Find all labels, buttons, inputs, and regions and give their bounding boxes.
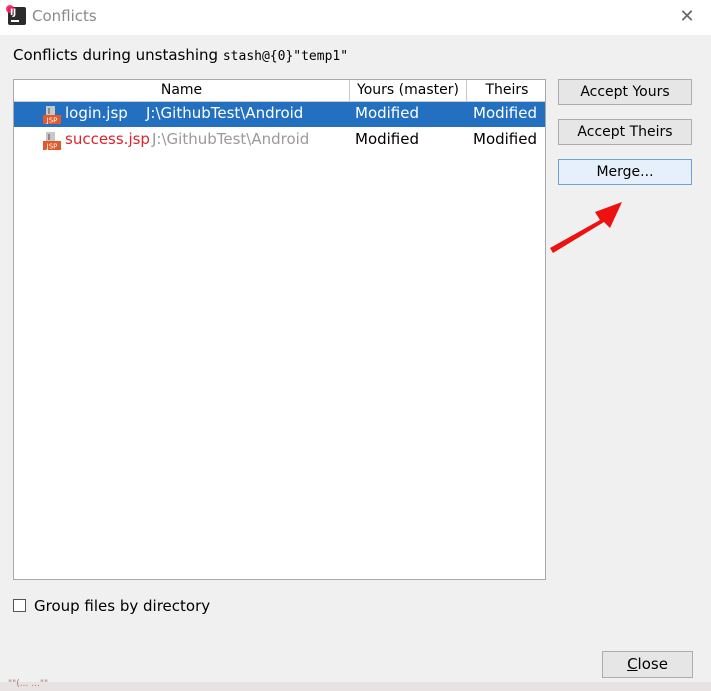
- heading-text: Conflicts during unstashing: [13, 46, 223, 64]
- file-path: J:\GithubTest\Android: [146, 104, 304, 122]
- stash-ref: stash@{0}"temp1": [222, 49, 349, 64]
- column-header-name[interactable]: Name: [14, 80, 350, 101]
- accept-yours-button[interactable]: Accept Yours: [558, 79, 692, 105]
- group-files-label: Group files by directory: [34, 597, 211, 615]
- column-header-theirs[interactable]: Theirs: [467, 80, 545, 101]
- theirs-status: Modified: [473, 130, 538, 148]
- svg-text:JSP: JSP: [46, 143, 58, 151]
- window-title: Conflicts: [32, 7, 97, 25]
- file-path: J:\GithubTest\Android: [152, 130, 310, 148]
- background-edge: ""(... ..."": [0, 679, 711, 691]
- file-name: login.jsp: [65, 104, 128, 122]
- close-label: lose: [637, 655, 668, 673]
- column-header-yours[interactable]: Yours (master): [350, 80, 467, 101]
- accept-theirs-button[interactable]: Accept Theirs: [558, 119, 692, 145]
- table-header: Name Yours (master) Theirs: [14, 80, 545, 102]
- group-files-checkbox[interactable]: [13, 599, 26, 612]
- close-icon[interactable]: ✕: [676, 6, 698, 28]
- close-button[interactable]: Close: [602, 651, 693, 678]
- jsp-file-icon: JSP: [43, 106, 61, 125]
- table-row[interactable]: JSP login.jsp J:\GithubTest\Android Modi…: [14, 102, 545, 127]
- yours-status: Modified: [355, 104, 420, 122]
- svg-text:JSP: JSP: [46, 117, 58, 125]
- yours-status: Modified: [355, 130, 420, 148]
- close-mnemonic: C: [627, 655, 638, 673]
- background-edge-text: ""(... ..."": [8, 679, 49, 689]
- jsp-file-icon: JSP: [43, 132, 61, 151]
- table-row[interactable]: JSP success.jsp J:\GithubTest\Android Mo…: [14, 128, 545, 153]
- title-bar: IJ Conflicts ✕: [0, 0, 711, 35]
- merge-button[interactable]: Merge...: [558, 159, 692, 185]
- theirs-status: Modified: [473, 104, 538, 122]
- conflicts-heading: Conflicts during unstashing stash@{0}"te…: [13, 46, 348, 64]
- intellij-app-icon: IJ: [6, 5, 26, 25]
- red-arrow-icon: [550, 202, 622, 253]
- file-name: success.jsp: [65, 130, 150, 148]
- conflicts-table[interactable]: Name Yours (master) Theirs JSP login.jsp…: [13, 79, 546, 580]
